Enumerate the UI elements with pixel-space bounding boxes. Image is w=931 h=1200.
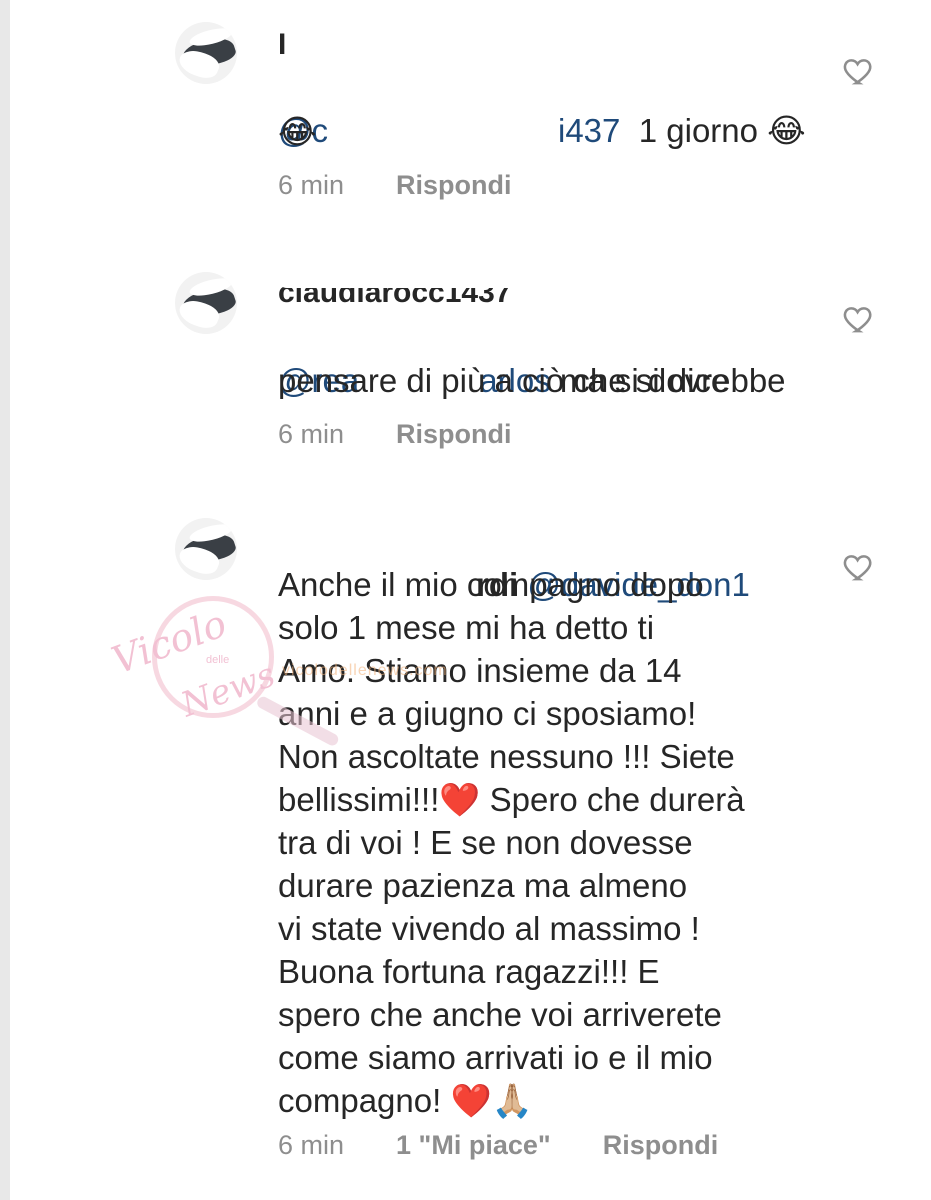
comment-meta: 6 min Rispondi (278, 170, 512, 201)
heart-outline-icon[interactable] (842, 550, 876, 584)
watermark-sub: News (176, 654, 281, 726)
reply-button[interactable]: Rispondi (396, 170, 512, 201)
heart-outline-icon[interactable] (842, 302, 876, 336)
comment-username[interactable]: I (278, 28, 286, 62)
mention-redaction (312, 68, 508, 108)
comment-time: 6 min (278, 419, 345, 449)
avatar[interactable] (175, 518, 237, 580)
comment-time: 6 min (278, 1130, 345, 1160)
reply-button[interactable]: Rispondi (603, 1130, 719, 1161)
watermark-title: Vicolo (106, 601, 233, 683)
comment-meta: 6 min 1 "Mi piace" Rispondi (278, 1130, 718, 1161)
avatar[interactable] (175, 272, 237, 334)
comment-time: 6 min (278, 170, 345, 200)
avatar[interactable] (175, 22, 237, 84)
reply-button[interactable]: Rispondi (396, 419, 512, 450)
comment-text: Anche il mio compagno dopo solo 1 mese m… (278, 566, 745, 1119)
mention-redaction (360, 318, 500, 358)
comment-text-line: pensare di più a ciò che si dice (278, 362, 730, 399)
username-redaction (278, 270, 538, 288)
watermark-middle: delle (206, 654, 230, 666)
laughing-emoji-icon: 😂 (767, 111, 806, 150)
comment-meta: 6 min Rispondi (278, 419, 512, 450)
mention-link-tail[interactable]: i437 (558, 112, 620, 149)
likes-count-button[interactable]: 1 "Mi piace" (396, 1130, 551, 1161)
username-redaction (300, 24, 420, 58)
left-edge-divider (0, 0, 10, 1200)
magnifier-icon (152, 596, 274, 718)
laughing-emoji-icon: 😂 (278, 112, 317, 151)
heart-outline-icon[interactable] (842, 54, 876, 88)
